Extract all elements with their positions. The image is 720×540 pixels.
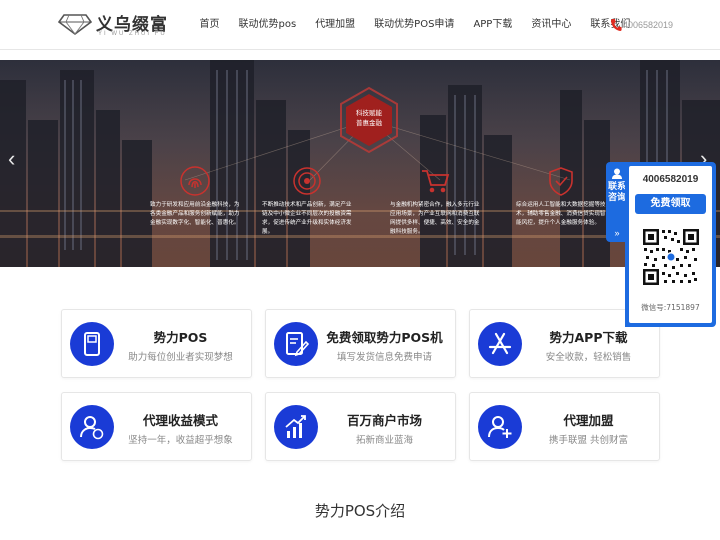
card-title: 代理收益模式 [142,413,218,428]
banner-feature-4-text: 综合运用人工智能和大数据挖掘等技术，辅助零售金融、消费信贷实现智能风控，提升个人… [516,202,606,226]
card-agent-income[interactable]: 代理收益模式 坚持一年，收益超乎想象 [61,392,252,461]
header-phone-number: 4006582019 [623,20,674,30]
fingerprint-icon [180,166,210,196]
card-agent-join[interactable]: 代理加盟 携手联盟 共创财富 [469,392,660,461]
card-shili-pos[interactable]: 势力POS 助力每位创业者实现梦想 [61,309,252,378]
nav-item-app[interactable]: APP下载 [464,0,522,50]
nav-item-pos[interactable]: 联动优势pos [229,0,306,50]
app-store-icon [488,332,512,355]
cart-icon [422,170,450,193]
section-title: 势力POS介绍 [314,502,406,520]
card-icon-circle [274,405,318,449]
site-logo[interactable]: 义乌缀富 YI WU ZHUI FU [58,9,168,41]
card-subtitle: 拓新商业蓝海 [355,435,413,446]
float-phone-number[interactable]: 4006582019 [629,174,712,185]
card-title: 势力APP下载 [549,330,628,345]
target-icon [293,167,321,195]
card-title: 免费领取势力POS机 [326,330,443,345]
hexagon-badge-text: 科技赋能 普惠金融 [338,108,400,128]
card-title: 势力POS [153,330,208,345]
header-phone[interactable]: 4006582019 [610,17,673,33]
banner-feature-2: 不断推动技术和产品创新，满足产业链及中小微企业不同层次的投融资需求，促进传统产业… [262,165,352,237]
banner-prev-arrow[interactable]: ‹ [8,148,15,170]
badge-line-2: 普惠金融 [356,119,382,127]
contact-float-panel: 4006582019 免费领取 微信号:7151897 [625,162,716,327]
growth-chart-icon [285,415,306,438]
phone-icon [610,19,622,32]
nav-item-agent[interactable]: 代理加盟 [306,0,365,50]
card-icon-circle [478,405,522,449]
banner-feature-2-text: 不断推动技术和产品创新，满足产业链及中小微企业不同层次的投融资需求，促进传统产业… [262,202,352,235]
card-subtitle: 填写发货信息免费申请 [336,352,432,363]
card-icon-circle [70,405,114,449]
card-title: 代理加盟 [563,413,614,428]
card-icon-circle [70,322,114,366]
banner-feature-4: 综合运用人工智能和大数据挖掘等技术，辅助零售金融、消费信贷实现智能风控，提升个人… [516,165,606,228]
card-title: 百万商户市场 [346,413,422,428]
site-header: 义乌缀富 YI WU ZHUI FU 首页 联动优势pos 代理加盟 联动优势P… [0,0,720,50]
card-icon-circle [478,322,522,366]
diamond-logo-icon [58,14,92,35]
card-icon-circle [274,322,318,366]
card-subtitle: 助力每位创业者实现梦想 [128,352,233,363]
card-merchant-market[interactable]: 百万商户市场 拓新商业蓝海 [265,392,456,461]
banner-feature-1-text: 致力于研发和应用前沿金融科技，为各类金融产品和服务创新赋能，助力金融实现数字化、… [150,202,240,226]
add-user-icon [488,416,512,438]
contact-float-panel-body: 4006582019 免费领取 微信号:7151897 [629,166,712,323]
badge-line-1: 科技赋能 [356,109,382,117]
free-claim-button[interactable]: 免费领取 [635,194,706,214]
brand-subtitle: YI WU ZHUI FU [98,31,167,37]
form-edit-icon [286,332,310,357]
banner-feature-3: 与金融机构紧密合作，融入多元行业应用场景，为产业互联网和消费互联网提供多样、便捷… [390,165,480,237]
card-subtitle: 安全收款，轻松销售 [545,352,632,363]
pos-terminal-icon [84,332,100,356]
shield-icon [549,167,573,196]
wechat-id-text: 微信号:7151897 [641,303,700,312]
banner-feature-1: 致力于研发和应用前沿金融科技，为各类金融产品和服务创新赋能，助力金融实现数字化、… [150,165,240,228]
agent-user-icon [80,416,104,440]
customer-service-icon [612,168,622,179]
qr-code-icon [642,228,700,286]
banner-feature-3-text: 与金融机构紧密合作，融入多元行业应用场景，为产业互联网和消费互联网提供多样、便捷… [390,202,480,235]
nav-item-apply[interactable]: 联动优势POS申请 [365,0,464,50]
card-free-pos[interactable]: 免费领取势力POS机 填写发货信息免费申请 [265,309,456,378]
card-subtitle: 携手联盟 共创财富 [548,435,629,446]
nav-item-news[interactable]: 资讯中心 [522,0,581,50]
nav-item-home[interactable]: 首页 [190,0,229,50]
main-nav: 首页 联动优势pos 代理加盟 联动优势POS申请 APP下载 资讯中心 联系我… [190,0,640,50]
card-subtitle: 坚持一年，收益超乎想象 [128,435,233,446]
